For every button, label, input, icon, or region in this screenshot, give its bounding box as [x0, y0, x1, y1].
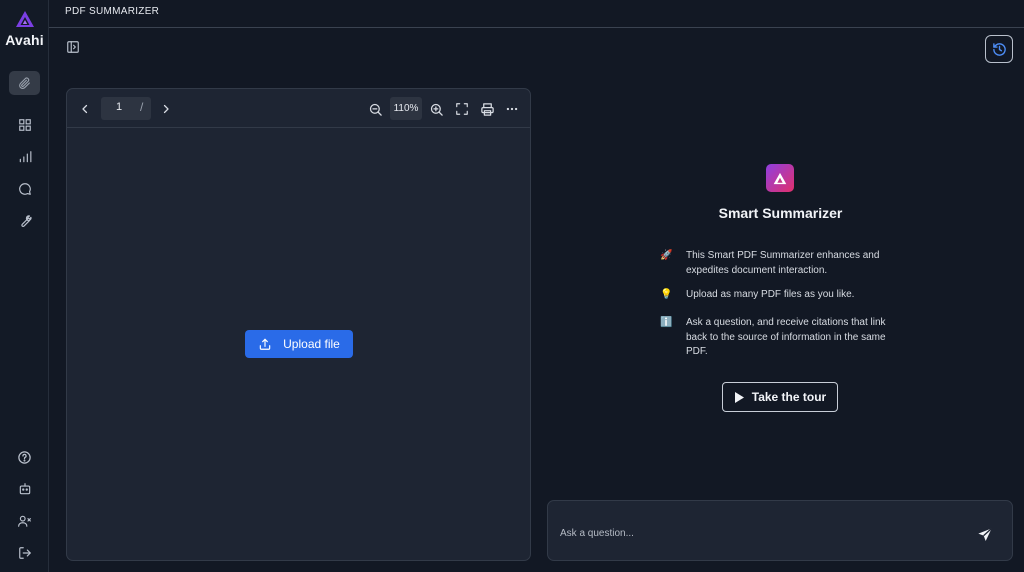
upload-file-label: Upload file	[283, 337, 340, 351]
logout-icon	[18, 547, 31, 559]
panel-toggle-button[interactable]	[66, 40, 80, 54]
send-button[interactable]	[977, 527, 993, 543]
chevron-left-icon	[82, 104, 88, 114]
rocket-icon: 🚀	[660, 250, 673, 261]
history-button[interactable]	[985, 35, 1013, 63]
chat-bubble-icon	[18, 183, 31, 195]
fullscreen-button[interactable]	[454, 101, 470, 117]
grid-icon	[18, 119, 31, 131]
sidebar-item-logout[interactable]	[9, 541, 40, 565]
paperclip-icon	[19, 77, 30, 89]
user-x-icon	[18, 515, 31, 527]
zoom-out-icon	[369, 103, 382, 116]
feature-item: 🚀 This Smart PDF Summarizer enhances and…	[660, 249, 900, 279]
sidebar: Avahi	[0, 0, 49, 572]
zoom-level[interactable]: 110%	[390, 97, 422, 120]
wrench-icon	[20, 215, 32, 227]
take-tour-label: Take the tour	[751, 390, 827, 404]
play-icon	[734, 391, 744, 403]
print-button[interactable]	[479, 101, 495, 117]
sidebar-item-chat[interactable]	[9, 177, 40, 201]
more-horizontal-icon	[506, 107, 518, 111]
feature-text: Upload as many PDF files as you like.	[686, 289, 855, 300]
top-bar: PDF SUMMARIZER	[49, 0, 1024, 28]
bot-icon	[19, 483, 30, 495]
sidebar-item-users[interactable]	[9, 509, 40, 533]
more-options-button[interactable]	[504, 101, 520, 117]
printer-icon	[480, 102, 494, 116]
upload-icon	[259, 338, 271, 350]
viewer-toolbar: 1 / 110%	[67, 89, 530, 128]
summarizer-title: Smart Summarizer	[718, 205, 843, 221]
triangle-logo-icon	[773, 172, 787, 184]
help-circle-icon	[18, 450, 31, 464]
chevron-right-icon	[163, 104, 169, 114]
feature-item: 💡 Upload as many PDF files as you like.	[660, 288, 900, 304]
sidebar-item-dashboard[interactable]	[9, 113, 40, 137]
sidebar-item-assistant[interactable]	[9, 477, 40, 501]
sidebar-item-attachments[interactable]	[9, 71, 40, 95]
previous-page-button[interactable]	[77, 101, 93, 117]
feature-item: ℹ️ Ask a question, and receive citations…	[660, 316, 900, 361]
sidebar-panel-icon	[67, 41, 79, 53]
zoom-in-button[interactable]	[428, 101, 444, 117]
next-page-button[interactable]	[158, 101, 174, 117]
sidebar-item-analytics[interactable]	[9, 145, 40, 169]
take-tour-button[interactable]: Take the tour	[722, 382, 838, 412]
bar-chart-icon	[19, 151, 31, 163]
history-icon	[992, 42, 1006, 56]
brand-name: Avahi	[5, 32, 44, 48]
zoom-out-button[interactable]	[367, 101, 383, 117]
upload-file-button[interactable]: Upload file	[245, 330, 353, 358]
question-input-box[interactable]: Ask a question...	[547, 500, 1013, 561]
page-number-field[interactable]: 1 /	[101, 97, 151, 120]
zoom-in-icon	[430, 103, 443, 116]
question-input[interactable]: Ask a question...	[560, 528, 634, 539]
info-icon: ℹ️	[660, 317, 673, 328]
summarizer-logo	[766, 164, 794, 192]
send-icon	[978, 527, 993, 541]
pdf-viewer: 1 / 110% Upload file	[66, 88, 531, 561]
logo[interactable]: Avahi	[0, 10, 49, 48]
feature-text: Ask a question, and receive citations th…	[686, 317, 886, 357]
avahi-logo-icon	[15, 11, 34, 27]
sidebar-item-tools[interactable]	[9, 209, 40, 233]
sidebar-item-help[interactable]	[9, 445, 40, 469]
page-title: PDF SUMMARIZER	[65, 6, 160, 17]
page-number: 1	[116, 101, 123, 113]
feature-text: This Smart PDF Summarizer enhances and e…	[686, 250, 880, 276]
page-separator: /	[140, 100, 144, 114]
lightbulb-icon: 💡	[660, 289, 673, 300]
fullscreen-icon	[456, 103, 468, 115]
